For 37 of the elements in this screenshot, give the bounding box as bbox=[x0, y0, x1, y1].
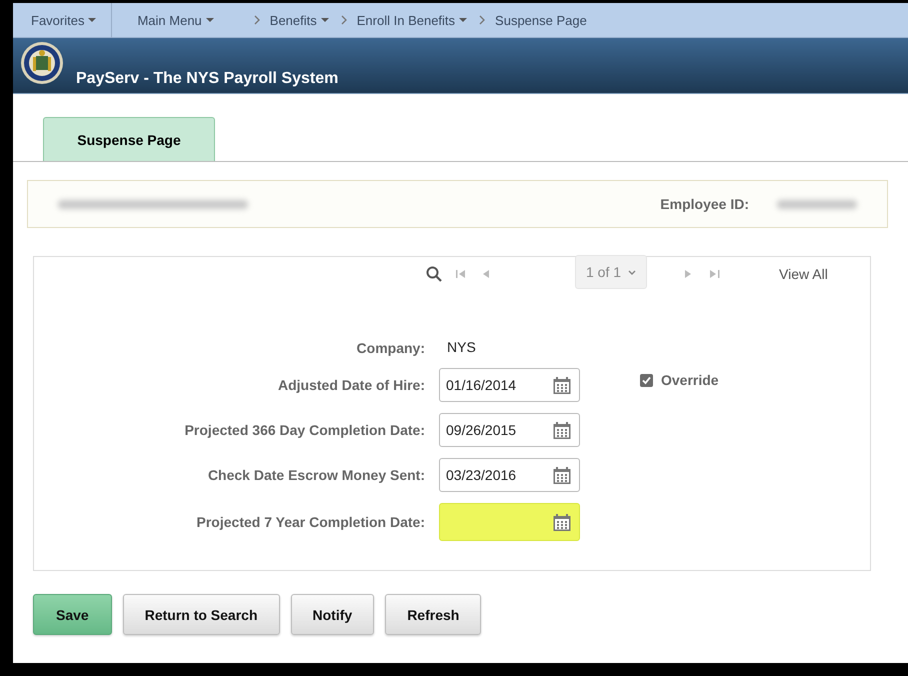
caret-icon bbox=[459, 18, 468, 22]
breadcrumb-link[interactable]: Enroll In Benefits bbox=[356, 12, 468, 28]
chevron-icon bbox=[340, 15, 347, 25]
caret-icon bbox=[206, 18, 214, 22]
breadcrumb-link[interactable]: Benefits bbox=[270, 12, 329, 28]
page-tab[interactable]: Suspense Page bbox=[43, 117, 215, 161]
date-field[interactable] bbox=[439, 503, 580, 541]
caret-icon bbox=[320, 18, 329, 22]
app-title: PayServ - The NYS Payroll System bbox=[76, 70, 338, 88]
action-button[interactable]: Notify bbox=[290, 594, 374, 635]
chevron-down-icon bbox=[628, 270, 636, 274]
breadcrumb-link[interactable]: Suspense Page bbox=[495, 12, 587, 28]
chevron-icon bbox=[479, 15, 486, 25]
chevron-icon bbox=[254, 15, 260, 25]
field-label: Projected 7 Year Completion Date: bbox=[196, 514, 425, 530]
employee-id-label: Employee ID: bbox=[660, 196, 749, 212]
field-label: Check Date Escrow Money Sent: bbox=[206, 467, 425, 483]
action-button[interactable]: Return to Search bbox=[122, 594, 280, 635]
caret-icon bbox=[88, 18, 96, 22]
field-label: Adjusted Date of Hire: bbox=[276, 377, 425, 393]
date-field[interactable]: 01/16/2014 bbox=[439, 368, 580, 402]
action-button[interactable]: Refresh bbox=[385, 594, 482, 635]
main-menu[interactable]: Main Menu bbox=[137, 12, 214, 28]
override-label: Override bbox=[661, 372, 719, 388]
field-value: NYS bbox=[447, 339, 476, 355]
save-button[interactable]: Save bbox=[33, 594, 112, 635]
date-field[interactable]: 09/26/2015 bbox=[439, 413, 580, 447]
calendar-icon[interactable] bbox=[553, 466, 571, 484]
field-label: Projected 366 Day Completion Date: bbox=[184, 422, 425, 438]
calendar-icon[interactable] bbox=[553, 376, 571, 394]
calendar-icon[interactable] bbox=[553, 422, 571, 438]
view-all-link[interactable]: View All bbox=[779, 266, 828, 282]
seal-logo bbox=[20, 41, 64, 85]
calendar-icon[interactable] bbox=[553, 514, 571, 530]
date-field[interactable]: 03/23/2016 bbox=[439, 458, 580, 492]
override-checkbox[interactable] bbox=[640, 374, 653, 386]
field-label: Company: bbox=[356, 340, 425, 356]
